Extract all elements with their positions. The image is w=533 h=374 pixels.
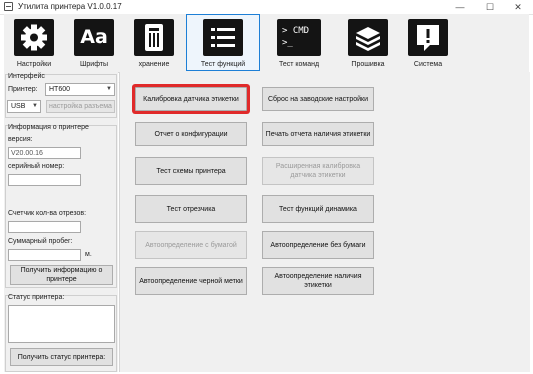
printer-value: HT600: [49, 86, 71, 93]
chevron-down-icon: ▼: [32, 103, 38, 109]
tool-command-test[interactable]: > CMD >_ Тест команд: [266, 14, 332, 71]
title-bar: Утилита принтера V1.0.0.17 — ☐ ✕: [0, 0, 533, 15]
printer-status-title: Статус принтера:: [8, 294, 65, 301]
tool-function-test[interactable]: Тест функций: [186, 14, 260, 71]
maximize-button[interactable]: ☐: [475, 0, 505, 14]
tool-label: Настройки: [16, 61, 52, 68]
version-field[interactable]: V20.00.16: [8, 147, 81, 159]
chevron-down-icon: ▼: [106, 86, 112, 92]
get-printer-info-button[interactable]: Получить информацию о принтере: [10, 265, 113, 285]
port-select[interactable]: USB ▼: [7, 100, 41, 113]
cutter-test-button[interactable]: Тест отрезчика: [135, 195, 247, 223]
config-report-button[interactable]: Отчет о конфигурации: [135, 122, 247, 146]
tool-firmware[interactable]: Прошивка: [340, 14, 396, 71]
tool-label: Тест команд: [278, 61, 320, 68]
serial-field[interactable]: [8, 174, 81, 186]
autodetect-label-presence-button[interactable]: Автоопределение наличия этикетки: [262, 267, 374, 295]
calibrate-label-sensor-button[interactable]: Калибровка датчика этикетки: [135, 87, 247, 111]
port-settings-button[interactable]: настройка разъема: [46, 100, 115, 113]
alert-icon: [408, 19, 448, 56]
main-toolbar: Настройки Aa Шрифты хранение Тест функци…: [4, 14, 529, 73]
extended-calibration-button[interactable]: Расширенная калибровка датчика этикетки: [262, 157, 374, 185]
gear-icon: [14, 19, 54, 56]
list-icon: [203, 19, 243, 56]
autodetect-no-paper-button[interactable]: Автоопределение без бумаги: [262, 231, 374, 259]
cut-counter-field[interactable]: [8, 221, 81, 233]
close-button[interactable]: ✕: [503, 0, 533, 14]
app-icon: [4, 2, 13, 11]
tool-label: Система: [413, 61, 443, 68]
autodetect-paper-button[interactable]: Автоопределение с бумагой: [135, 231, 247, 259]
mileage-field[interactable]: [8, 249, 81, 261]
mileage-unit: м.: [85, 251, 92, 258]
label-presence-report-button[interactable]: Печать отчета наличия этикетки: [262, 122, 374, 146]
cut-counter-label: Счетчик кол-ва отрезов:: [8, 210, 87, 217]
factory-reset-button[interactable]: Сброс на заводские настройки: [262, 87, 374, 111]
mileage-label: Суммарный пробег:: [8, 238, 73, 245]
tool-storage[interactable]: хранение: [126, 14, 182, 71]
print-scheme-test-button[interactable]: Тест схемы принтера: [135, 157, 247, 185]
autodetect-black-mark-button[interactable]: Автоопределение черной метки: [135, 267, 247, 295]
printer-label: Принтер:: [8, 86, 38, 93]
tool-fonts[interactable]: Aa Шрифты: [66, 14, 122, 71]
tool-label: Тест функций: [200, 61, 246, 68]
speaker-test-button[interactable]: Тест функций динамика: [262, 195, 374, 223]
storage-icon: [134, 19, 174, 56]
minimize-button[interactable]: —: [445, 0, 475, 14]
tool-settings[interactable]: Настройки: [6, 14, 62, 71]
left-panel: Интерфейс Принтер: HT600 ▼ USB ▼ настрой…: [4, 72, 118, 372]
tool-system[interactable]: Система: [400, 14, 456, 71]
serial-label: серийный номер:: [8, 163, 65, 170]
printer-select[interactable]: HT600 ▼: [45, 83, 115, 96]
font-icon: Aa: [74, 19, 114, 56]
port-value: USB: [11, 103, 26, 110]
tool-label: хранение: [138, 61, 170, 68]
terminal-glyph-1: > CMD: [282, 26, 310, 36]
font-glyph: Aa: [80, 26, 108, 48]
window-title: Утилита принтера V1.0.0.17: [18, 2, 122, 11]
terminal-icon: > CMD >_: [277, 19, 321, 56]
tool-label: Прошивка: [351, 61, 385, 68]
terminal-glyph-2: >_: [282, 38, 293, 48]
printer-status-field[interactable]: [8, 305, 115, 343]
interface-title: Интерфейс: [8, 73, 45, 80]
tool-label: Шрифты: [79, 61, 109, 68]
chip-icon: [348, 19, 388, 56]
get-printer-status-button[interactable]: Получить статус принтера:: [10, 348, 113, 366]
version-label: версия:: [8, 136, 33, 143]
printer-info-title: Информация о принтере: [8, 124, 89, 131]
function-test-panel: Калибровка датчика этикетки Сброс на зав…: [119, 72, 530, 372]
